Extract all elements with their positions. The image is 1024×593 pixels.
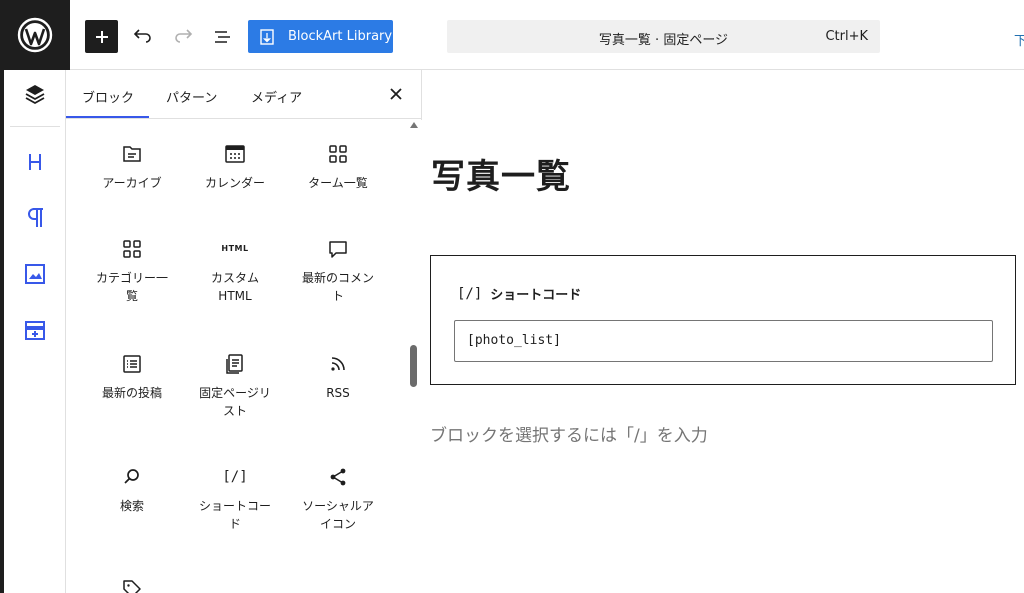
command-shortcut: Ctrl+K (825, 29, 868, 44)
comment-icon (329, 241, 347, 258)
block-item-custom-html[interactable]: HTML カスタム HTML (185, 235, 285, 305)
block-item-social-icons[interactable]: ソーシャルアイコン (288, 463, 388, 533)
layers-button[interactable] (19, 78, 51, 110)
blockart-icon (260, 28, 274, 45)
html-icon: HTML (221, 244, 249, 253)
inserter-scrollbar[interactable] (406, 120, 422, 593)
tab-patterns[interactable]: パターン (166, 87, 217, 106)
block-inserter-toggle[interactable] (85, 20, 118, 53)
block-item-label: カレンダー (204, 176, 265, 190)
blockart-library-label: BlockArt Library (288, 29, 393, 44)
rail-divider (10, 126, 60, 127)
tab-blocks[interactable]: ブロック (82, 87, 134, 106)
block-item-label: 最新のコメント (301, 271, 374, 303)
paragraph-icon (28, 208, 43, 227)
block-item-label: カテゴリー一覧 (95, 271, 168, 303)
toolbar-right-edge-text[interactable]: 下 (1014, 30, 1024, 49)
plus-icon (95, 30, 108, 43)
default-block-appender[interactable]: ブロックを選択するには「/」を入力 (430, 421, 708, 446)
paragraph-block-button[interactable] (19, 202, 51, 234)
page-list-icon (226, 354, 243, 374)
shortcode-block[interactable]: [/] ショートコード [photo_list] (430, 255, 1016, 385)
heading-icon (29, 154, 41, 170)
rss-icon (331, 357, 345, 371)
block-item-label: アーカイブ (102, 176, 162, 190)
heading-block-button[interactable] (19, 146, 51, 178)
block-item-label: ショートコード (198, 499, 271, 531)
block-item-archives[interactable]: アーカイブ (82, 140, 182, 192)
add-template-icon (25, 321, 45, 340)
document-overview-button[interactable] (208, 22, 238, 52)
share-icon (330, 468, 346, 486)
close-inserter-button[interactable] (386, 84, 406, 104)
layers-icon (25, 85, 45, 105)
blockart-library-button[interactable]: BlockArt Library (248, 20, 393, 53)
image-icon (25, 264, 45, 284)
block-item-categories[interactable]: カテゴリー一覧 (82, 235, 182, 305)
active-tab-indicator (66, 116, 149, 118)
editor-canvas: 写真一覧 [/] ショートコード [photo_list] ブロックを選択するに… (423, 71, 1024, 593)
inserter-tabs: ブロック パターン メディア (66, 70, 422, 119)
search-icon (124, 469, 139, 484)
term-list-icon (329, 145, 347, 163)
shortcode-block-label: [/] ショートコード (457, 284, 582, 304)
block-inserter-panel: ブロック パターン メディア アーカイブ カレンダー ターム一覧 カテゴリー一覧… (66, 70, 422, 593)
undo-icon (133, 29, 151, 43)
wordpress-icon (17, 17, 53, 53)
scroll-thumb[interactable] (410, 345, 417, 387)
image-block-button[interactable] (19, 258, 51, 290)
block-item-latest-posts[interactable]: 最新の投稿 (82, 350, 182, 402)
calendar-icon (225, 145, 245, 163)
block-item-label: カスタム HTML (210, 271, 259, 303)
block-item-label: ソーシャルアイコン (302, 499, 374, 531)
shortcode-icon: [/] (457, 285, 483, 302)
close-icon (390, 88, 402, 100)
block-grid: アーカイブ カレンダー ターム一覧 カテゴリー一覧 HTML カスタム HTML… (66, 120, 406, 593)
block-item-label: ターム一覧 (308, 176, 368, 190)
block-item-calendar[interactable]: カレンダー (185, 140, 285, 192)
shortcode-icon: [/] (222, 469, 248, 485)
command-palette-bar[interactable]: 写真一覧 · 固定ページ Ctrl+K (447, 20, 880, 53)
archive-icon (123, 146, 141, 162)
scroll-up-arrow-icon[interactable] (410, 122, 418, 128)
block-item-label: RSS (326, 386, 350, 400)
wordpress-logo[interactable] (0, 0, 70, 70)
shortcode-block-title: ショートコード (490, 288, 582, 303)
block-item-label: 最新の投稿 (101, 386, 162, 400)
block-item-label: 検索 (119, 499, 144, 513)
block-item-term-list[interactable]: ターム一覧 (288, 140, 388, 192)
redo-icon (175, 29, 193, 43)
block-item-search[interactable]: 検索 (82, 463, 182, 515)
block-item-latest-comments[interactable]: 最新のコメント (288, 235, 388, 305)
block-item-tag-cloud[interactable] (82, 575, 182, 593)
block-nav-rail (4, 70, 66, 593)
list-view-icon (215, 31, 230, 43)
block-item-label: 固定ページリスト (199, 386, 271, 418)
undo-button[interactable] (128, 22, 158, 52)
redo-button[interactable] (168, 22, 198, 52)
categories-icon (123, 240, 141, 258)
block-item-rss[interactable]: RSS (288, 350, 388, 402)
editor-toolbar: BlockArt Library 写真一覧 · 固定ページ Ctrl+K 下 (0, 0, 1024, 70)
group-block-button[interactable] (19, 314, 51, 346)
shortcode-input[interactable]: [photo_list] (454, 320, 993, 362)
tab-media[interactable]: メディア (251, 87, 302, 106)
page-title[interactable]: 写真一覧 (431, 149, 571, 198)
post-list-icon (123, 355, 141, 373)
block-item-page-list[interactable]: 固定ページリスト (185, 350, 285, 420)
tag-icon (123, 580, 141, 593)
block-item-shortcode[interactable]: [/] ショートコード (185, 463, 285, 533)
document-title: 写真一覧 · 固定ページ (598, 33, 729, 48)
